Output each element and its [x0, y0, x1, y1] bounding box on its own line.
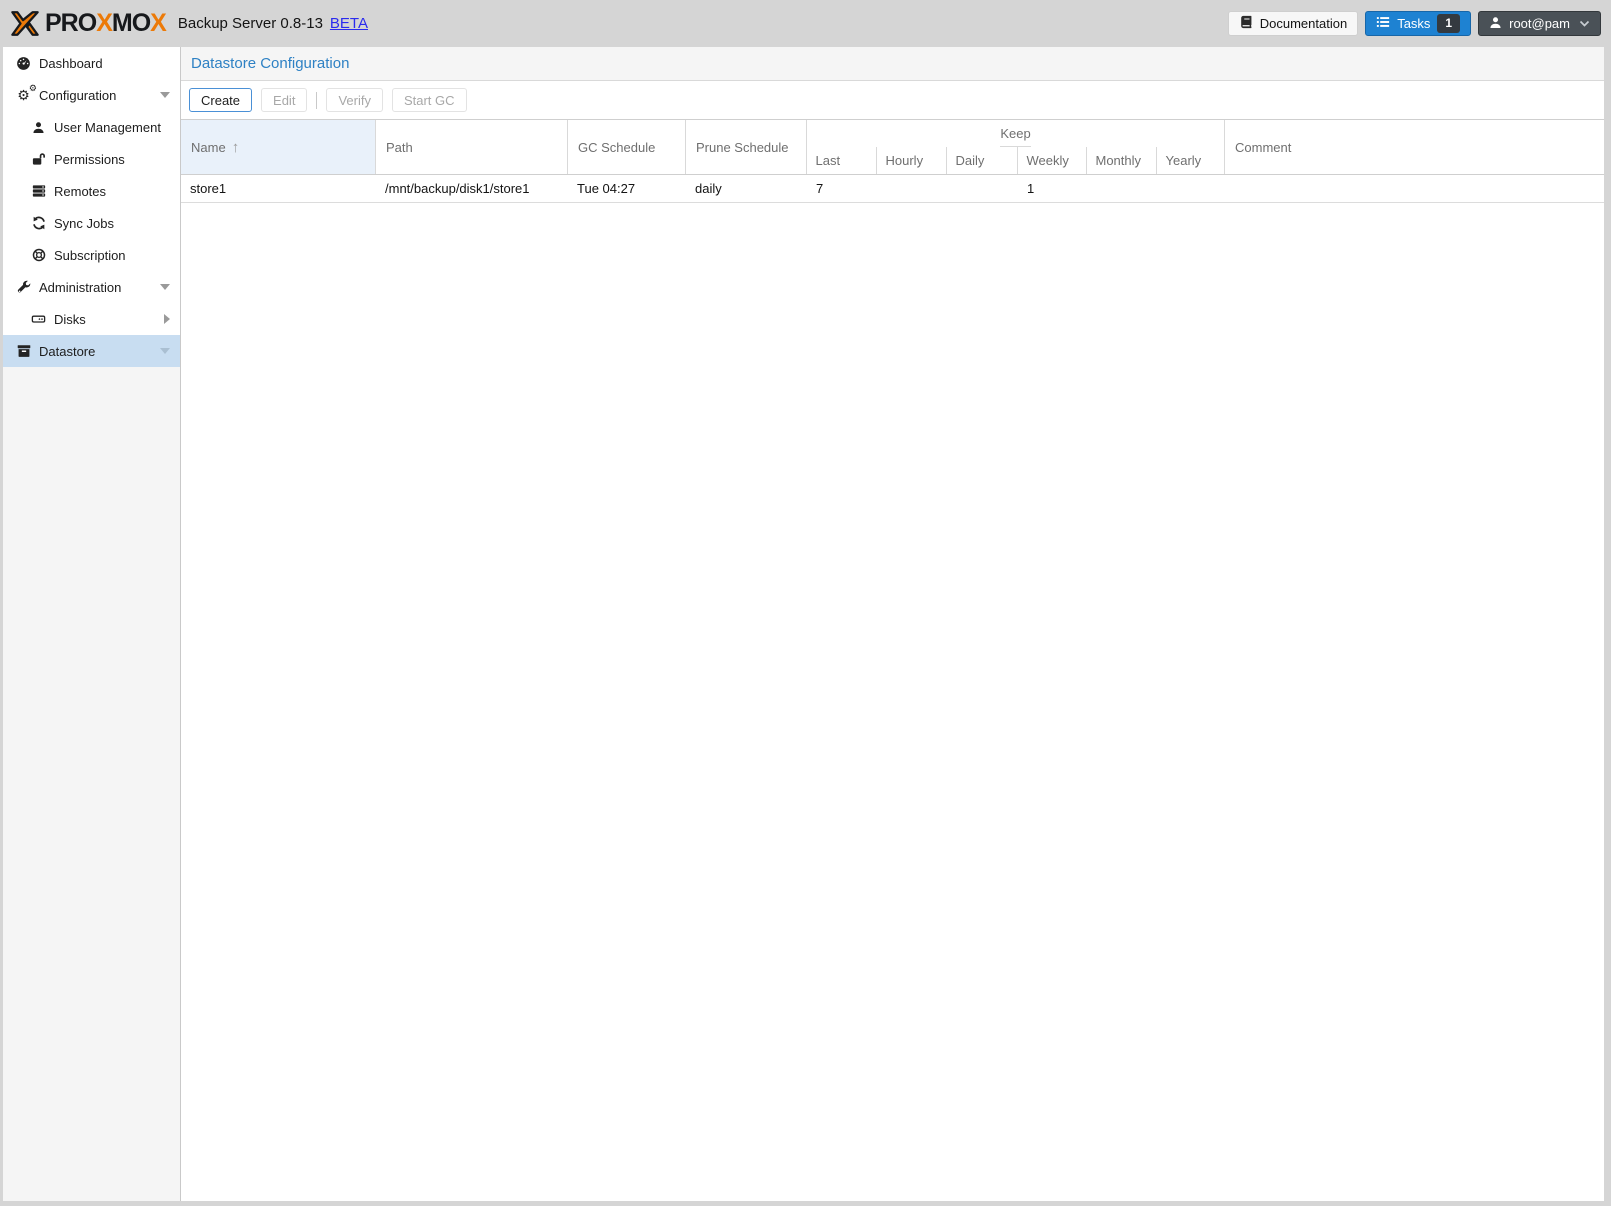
column-header-keep-monthly[interactable]: Monthly [1087, 147, 1157, 174]
sidebar-item-sync-jobs[interactable]: Sync Jobs [3, 207, 180, 239]
cell-gc-schedule: Tue 04:27 [568, 181, 686, 196]
page-title: Datastore Configuration [191, 55, 349, 72]
cell-name: store1 [181, 181, 376, 196]
sidebar-nav: Dashboard ⚙⚙ Configuration User Manageme… [3, 47, 180, 367]
cogs-icon: ⚙⚙ [15, 88, 32, 102]
proxmox-x-icon [10, 10, 40, 37]
collapse-chevron-icon[interactable] [160, 92, 170, 98]
documentation-label: Documentation [1260, 16, 1347, 31]
beta-link[interactable]: BETA [330, 15, 368, 32]
table-row[interactable]: store1 /mnt/backup/disk1/store1 Tue 04:2… [181, 175, 1604, 203]
start-gc-button[interactable]: Start GC [392, 88, 467, 112]
column-header-gc-schedule[interactable]: GC Schedule [568, 120, 686, 174]
sidebar-item-label: Permissions [54, 152, 125, 167]
sidebar: Dashboard ⚙⚙ Configuration User Manageme… [3, 47, 181, 1201]
main-panel: Datastore Configuration Create Edit Veri… [181, 47, 1604, 1201]
keep-subcolumns: Last Hourly Daily Weekly Monthly Yearly [807, 147, 1225, 174]
column-header-keep-weekly[interactable]: Weekly [1018, 147, 1087, 174]
create-button[interactable]: Create [189, 88, 252, 112]
user-label: root@pam [1509, 16, 1570, 31]
user-icon [30, 121, 47, 134]
table-header: Name ↑ Path GC Schedule Prune Schedule K… [181, 120, 1604, 175]
topbar: PROXMOX Backup Server 0.8-13 BETA Docume… [0, 0, 1611, 47]
sidebar-item-administration[interactable]: Administration [3, 271, 180, 303]
tasks-count-badge: 1 [1437, 14, 1460, 32]
toolbar-separator [316, 92, 317, 109]
collapse-chevron-icon[interactable] [160, 348, 170, 354]
column-header-name[interactable]: Name ↑ [181, 120, 376, 174]
column-header-comment[interactable]: Comment [1225, 120, 1604, 174]
documentation-button[interactable]: Documentation [1228, 11, 1358, 36]
sync-icon [30, 216, 47, 230]
sidebar-item-label: Disks [54, 312, 86, 327]
column-header-keep-daily[interactable]: Daily [947, 147, 1018, 174]
sidebar-item-label: Subscription [54, 248, 126, 263]
collapse-chevron-icon[interactable] [160, 284, 170, 290]
panel-header: Datastore Configuration [181, 47, 1604, 81]
unlock-icon [30, 152, 47, 166]
verify-button[interactable]: Verify [326, 88, 383, 112]
sidebar-item-label: Datastore [39, 344, 95, 359]
user-icon [1489, 16, 1502, 32]
tasks-label: Tasks [1397, 16, 1430, 31]
life-ring-icon [30, 248, 47, 262]
sidebar-item-subscription[interactable]: Subscription [3, 239, 180, 271]
server-icon [30, 184, 47, 198]
tasks-button[interactable]: Tasks 1 [1365, 11, 1471, 36]
app-body: Dashboard ⚙⚙ Configuration User Manageme… [3, 47, 1604, 1201]
datastore-table: Name ↑ Path GC Schedule Prune Schedule K… [181, 119, 1604, 203]
column-header-keep: Keep [1000, 120, 1030, 147]
sidebar-item-label: Configuration [39, 88, 116, 103]
wrench-icon [15, 280, 32, 294]
expand-chevron-icon[interactable] [164, 314, 170, 324]
column-header-prune-schedule[interactable]: Prune Schedule [686, 120, 807, 174]
sort-ascending-icon: ↑ [232, 139, 240, 156]
sidebar-item-datastore[interactable]: Datastore [3, 335, 180, 367]
column-group-keep: Keep Last Hourly Daily Weekly Monthly Ye… [807, 120, 1225, 174]
column-header-path[interactable]: Path [376, 120, 568, 174]
chevron-down-icon [1579, 16, 1590, 31]
table-empty-area [181, 203, 1604, 1201]
cell-keep-weekly: 1 [1018, 181, 1087, 196]
sidebar-item-label: Remotes [54, 184, 106, 199]
column-header-keep-last[interactable]: Last [807, 147, 877, 174]
sidebar-item-dashboard[interactable]: Dashboard [3, 47, 180, 79]
sidebar-item-configuration[interactable]: ⚙⚙ Configuration [3, 79, 180, 111]
sidebar-item-user-management[interactable]: User Management [3, 111, 180, 143]
proxmox-wordmark: PROXMOX [45, 11, 166, 36]
column-header-keep-yearly[interactable]: Yearly [1157, 147, 1225, 174]
toolbar: Create Edit Verify Start GC [181, 81, 1604, 119]
sidebar-item-permissions[interactable]: Permissions [3, 143, 180, 175]
sidebar-item-label: Dashboard [39, 56, 103, 71]
proxmox-logo: PROXMOX [10, 10, 166, 37]
archive-icon [15, 344, 32, 358]
topbar-actions: Documentation Tasks 1 root@pam [1228, 11, 1601, 36]
dashboard-gauge-icon [15, 56, 32, 71]
cell-keep-last: 7 [807, 181, 877, 196]
sidebar-item-label: Administration [39, 280, 121, 295]
sidebar-item-remotes[interactable]: Remotes [3, 175, 180, 207]
hdd-icon [30, 312, 47, 326]
product-title: Backup Server 0.8-13 [178, 15, 323, 32]
book-icon [1239, 15, 1253, 32]
sidebar-item-label: User Management [54, 120, 161, 135]
sidebar-item-disks[interactable]: Disks [3, 303, 180, 335]
user-menu-button[interactable]: root@pam [1478, 11, 1601, 36]
cell-prune-schedule: daily [686, 181, 807, 196]
cell-path: /mnt/backup/disk1/store1 [376, 181, 568, 196]
sidebar-item-label: Sync Jobs [54, 216, 114, 231]
column-header-keep-hourly[interactable]: Hourly [877, 147, 947, 174]
task-list-icon [1376, 15, 1390, 32]
edit-button[interactable]: Edit [261, 88, 307, 112]
